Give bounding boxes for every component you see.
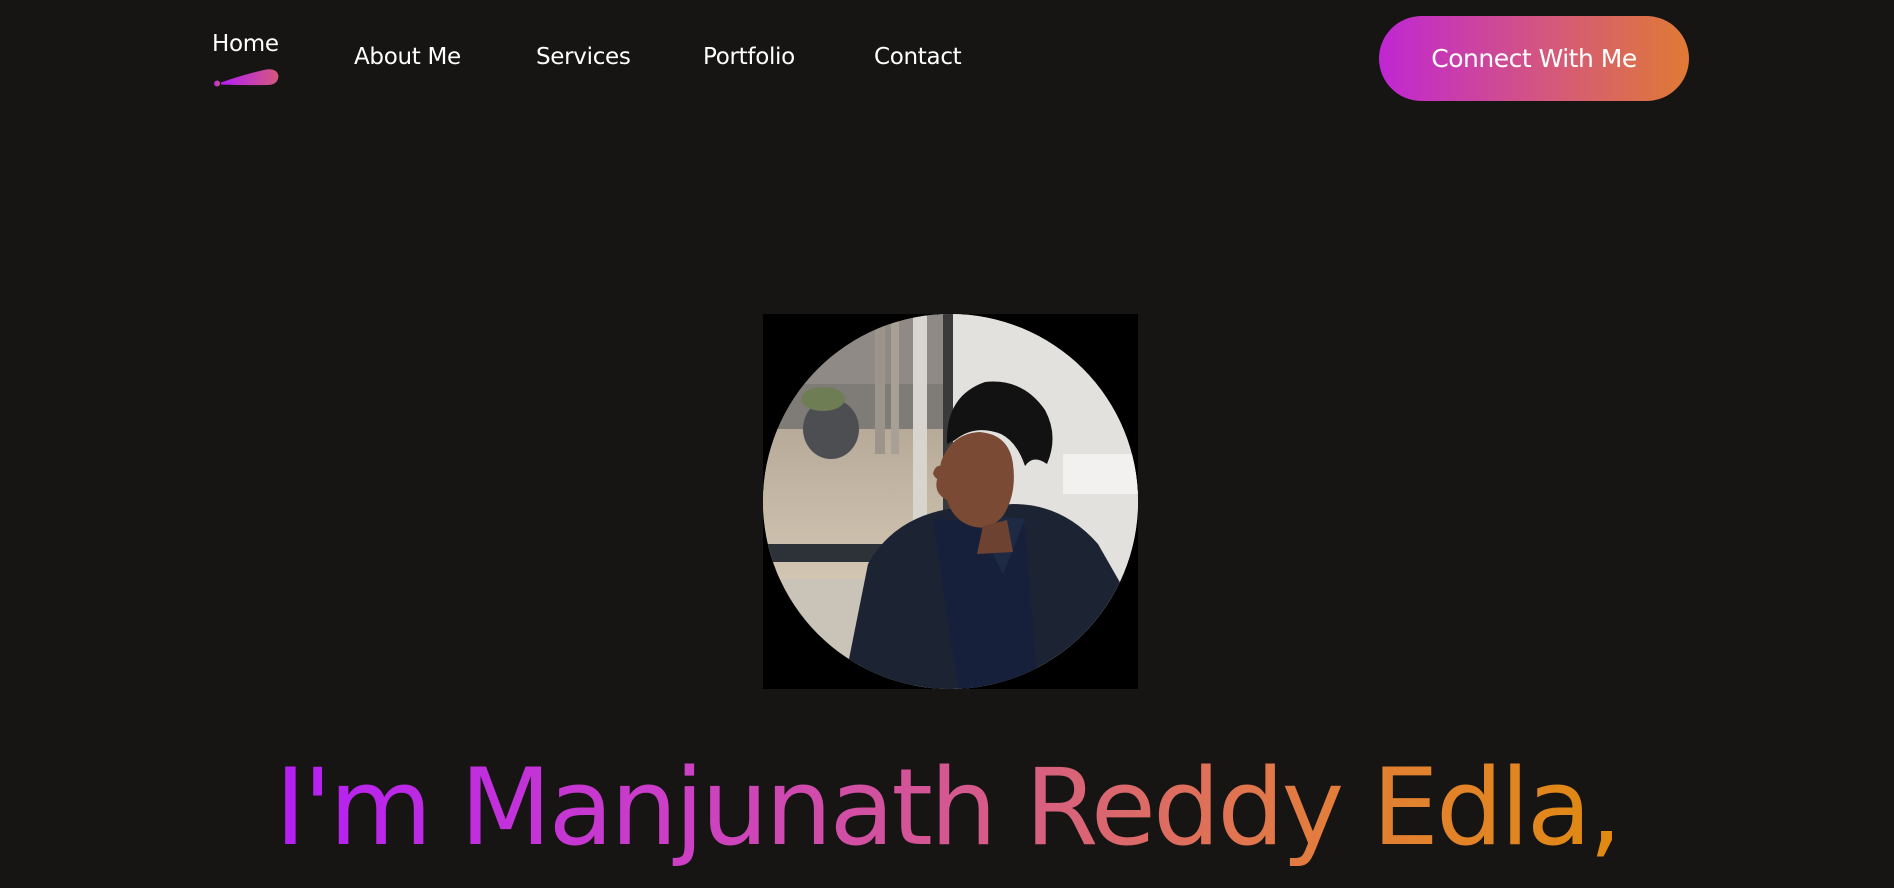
hero-heading: I'm Manjunath Reddy Edla, (0, 738, 1894, 878)
hero-heading-text: I'm Manjunath Reddy Edla, (274, 746, 1623, 869)
nav-link-about-me[interactable]: About Me (354, 44, 461, 70)
nav-link-portfolio[interactable]: Portfolio (703, 44, 795, 70)
top-navigation: Home About Me Services Portfolio Contact… (0, 0, 1894, 120)
nav-link-contact[interactable]: Contact (874, 44, 962, 70)
nav-link-services[interactable]: Services (536, 44, 631, 70)
connect-with-me-button[interactable]: Connect With Me (1379, 16, 1689, 101)
profile-photo (763, 314, 1138, 689)
profile-photo-illustration (763, 314, 1138, 689)
drop-indicator-icon (214, 69, 279, 87)
nav-link-home[interactable]: Home (212, 31, 279, 57)
